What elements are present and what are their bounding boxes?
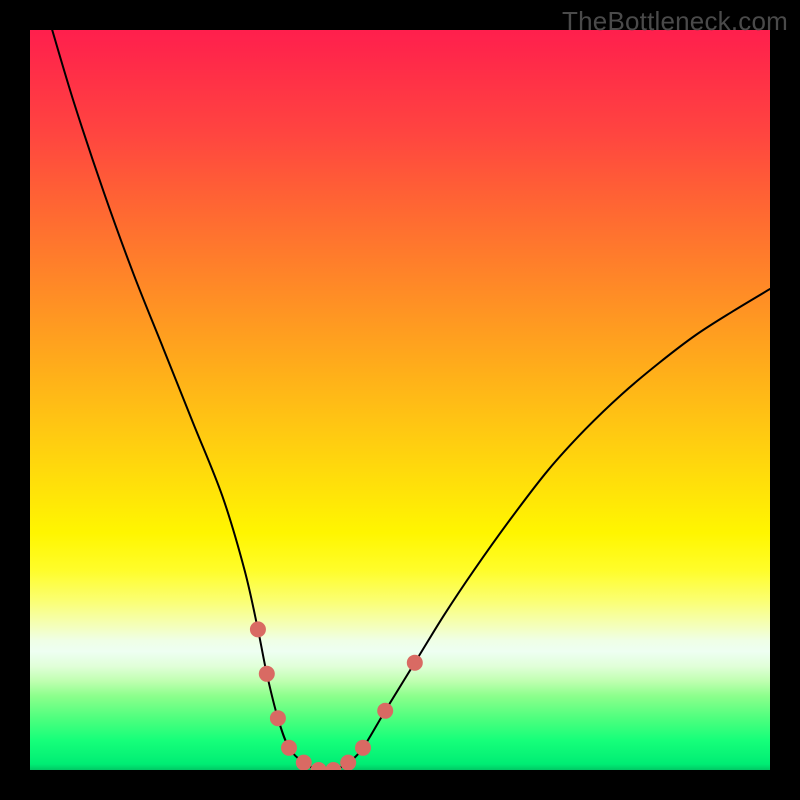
optimal-marker	[340, 755, 356, 770]
watermark-label: TheBottleneck.com	[562, 6, 788, 37]
optimal-marker	[407, 655, 423, 671]
optimal-marker	[281, 740, 297, 756]
optimal-marker	[311, 762, 327, 770]
optimal-range-markers	[250, 621, 423, 770]
optimal-marker	[325, 762, 341, 770]
optimal-marker	[296, 755, 312, 770]
optimal-marker	[259, 666, 275, 682]
optimal-marker	[270, 710, 286, 726]
optimal-marker	[355, 740, 371, 756]
optimal-marker	[377, 703, 393, 719]
chart-svg	[30, 30, 770, 770]
optimal-marker	[250, 621, 266, 637]
chart-plot-area	[30, 30, 770, 770]
